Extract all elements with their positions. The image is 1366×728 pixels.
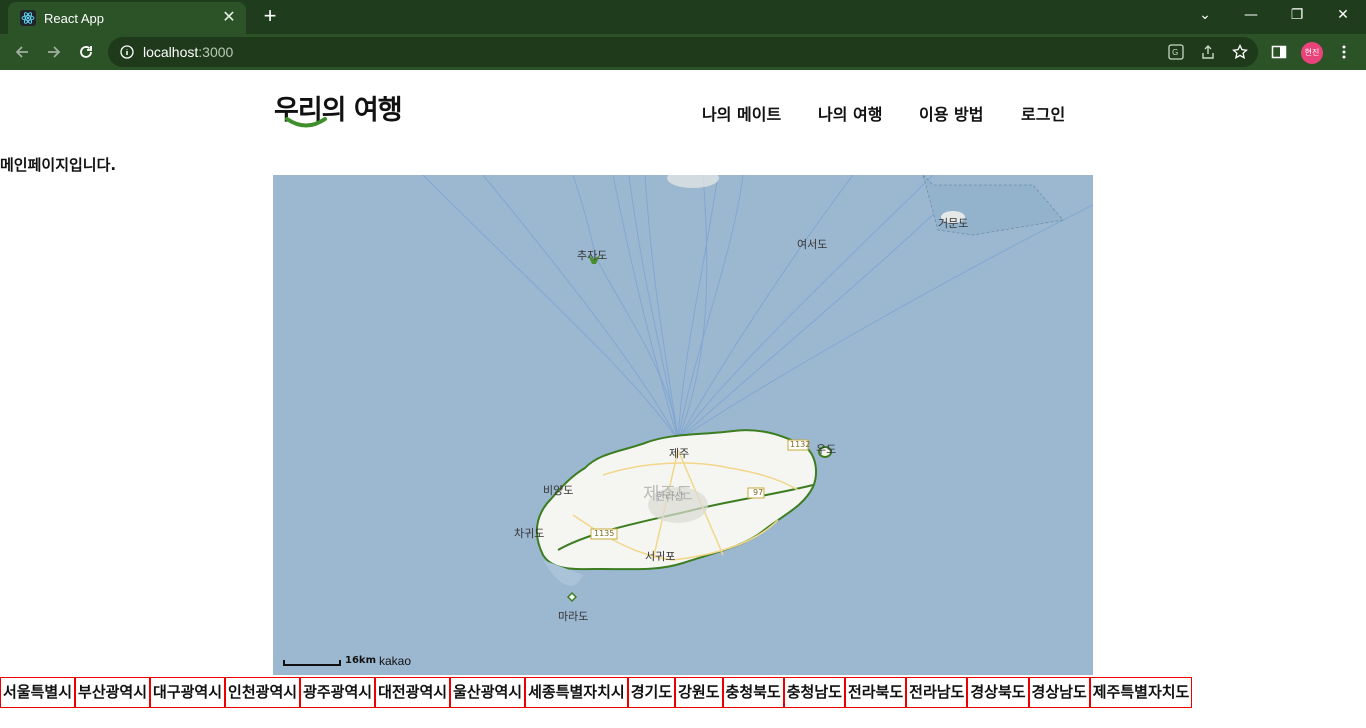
nav-how-to-use[interactable]: 이용 방법 [919, 101, 983, 125]
region-button-sejong[interactable]: 세종특별자치시 [525, 677, 628, 708]
region-button-seoul[interactable]: 서울특별시 [0, 677, 76, 708]
forward-icon[interactable] [40, 38, 68, 66]
map-label-biyangdo: 비양도 [543, 484, 574, 497]
site-logo[interactable]: 우리의 여행 [274, 88, 403, 130]
new-tab-icon[interactable]: + [258, 5, 282, 29]
map-label-udo: 우도 [816, 443, 837, 456]
region-button-daejeon[interactable]: 대전광역시 [375, 677, 451, 708]
svg-text:G: G [1172, 48, 1178, 57]
nav-my-mate[interactable]: 나의 메이트 [702, 101, 781, 125]
region-button-gyeonggi[interactable]: 경기도 [627, 677, 676, 708]
map-label-geomundo: 거문도 [938, 217, 969, 230]
region-button-daegu[interactable]: 대구광역시 [150, 677, 226, 708]
map-label-seogwipo: 서귀포 [645, 550, 676, 563]
nav-login[interactable]: 로그인 [1021, 101, 1065, 125]
site-info-icon[interactable] [120, 45, 134, 59]
url-port: :3000 [198, 44, 234, 60]
region-button-gwangju[interactable]: 광주광역시 [300, 677, 376, 708]
region-button-incheon[interactable]: 인천광역시 [225, 677, 301, 708]
main-message: 메인페이지입니다. [0, 156, 117, 174]
map-road-1132: 1132 [790, 440, 811, 449]
translate-icon[interactable]: G [1167, 43, 1185, 61]
menu-kebab-icon[interactable] [1335, 43, 1353, 61]
map-label-chujado: 추자도 [577, 249, 608, 262]
region-button-jeonnam[interactable]: 전라남도 [906, 677, 968, 708]
map-scale-text: 16km [345, 655, 376, 666]
region-button-gyeongnam[interactable]: 경상남도 [1028, 677, 1090, 708]
tab-search-icon[interactable]: ⌄ [1182, 0, 1228, 30]
back-icon[interactable] [8, 38, 36, 66]
map-canvas [422, 175, 1093, 603]
region-button-chungnam[interactable]: 충청남도 [783, 677, 845, 708]
region-button-chungbuk[interactable]: 충청북도 [722, 677, 784, 708]
side-panel-icon[interactable] [1270, 43, 1288, 61]
profile-avatar[interactable]: 현진 [1301, 42, 1323, 64]
map-label-marado: 마라도 [558, 610, 589, 623]
map-road-97: 97 [753, 488, 764, 497]
logo-smile-icon [285, 117, 327, 128]
map-label-jeju-city: 제주 [669, 447, 690, 460]
browser-tab[interactable]: React App ✕ [8, 2, 246, 34]
region-button-busan[interactable]: 부산광역시 [75, 677, 151, 708]
close-tab-icon[interactable]: ✕ [220, 9, 238, 27]
region-list: 서울특별시 부산광역시 대구광역시 인천광역시 광주광역시 대전광역시 울산광역… [0, 677, 1193, 708]
tab-title: React App [44, 10, 104, 26]
address-bar[interactable]: localhost:3000 [108, 37, 1258, 67]
browser-toolbar: localhost:3000 G 현진 [0, 34, 1366, 70]
region-button-ulsan[interactable]: 울산광역시 [450, 677, 526, 708]
region-button-gangwon[interactable]: 강원도 [675, 677, 723, 708]
map-road-1135: 1135 [594, 529, 615, 538]
region-button-gyeongbuk[interactable]: 경상북도 [967, 677, 1029, 708]
map-label-chagwido: 차귀도 [514, 527, 545, 540]
map-label-hallasan: 한라산 [656, 492, 684, 503]
restore-icon[interactable]: ❐ [1274, 0, 1320, 30]
minimize-icon[interactable]: — [1228, 0, 1274, 30]
map-label-yeoseodo: 여서도 [797, 238, 828, 251]
region-button-jeonbuk[interactable]: 전라북도 [844, 677, 907, 708]
reload-icon[interactable] [72, 38, 100, 66]
nav-my-travel[interactable]: 나의 여행 [818, 101, 882, 125]
close-window-icon[interactable]: ✕ [1320, 0, 1366, 30]
kakao-map[interactable]: 추자도 여서도 거문도 제주 제주도 한라산 비양도 차귀도 서귀포 마라도 우… [273, 175, 1093, 675]
page-content: 우리의 여행 나의 메이트 나의 여행 이용 방법 로그인 메인페이지입니다. [0, 70, 1366, 728]
share-icon[interactable] [1199, 43, 1217, 61]
region-button-jeju[interactable]: 제주특별자치도 [1089, 677, 1193, 708]
bookmark-star-icon[interactable] [1231, 43, 1249, 61]
react-icon [20, 10, 36, 26]
map-scale: 16km [283, 655, 376, 666]
map-scale-bar [283, 660, 341, 666]
browser-titlebar: React App ✕ + ⌄ — ❐ ✕ [0, 0, 1366, 34]
map-provider-logo[interactable]: kakao [379, 654, 411, 668]
url-host: localhost [143, 44, 199, 60]
